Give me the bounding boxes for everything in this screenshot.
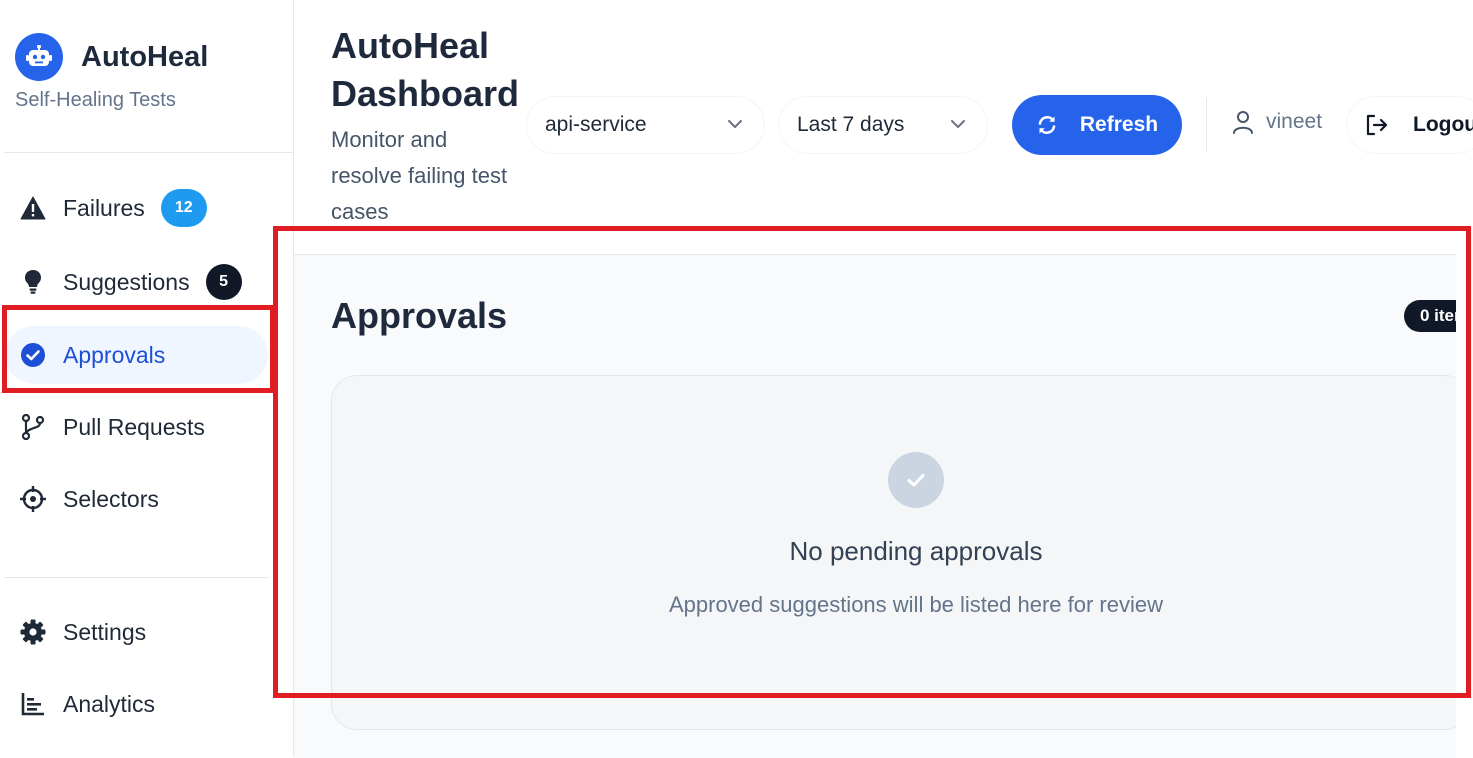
sidebar-item-label: Failures <box>63 194 145 221</box>
main-content: AutoHeal Dashboard Monitor and resolve f… <box>294 0 1473 758</box>
page-title: AutoHeal Dashboard <box>331 25 520 114</box>
header-separator <box>1206 98 1207 152</box>
gear-icon <box>19 618 47 646</box>
section-title: Approvals <box>331 295 508 336</box>
warning-icon <box>19 194 47 222</box>
check-circle-icon <box>888 452 944 508</box>
chevron-down-icon <box>949 115 967 139</box>
sidebar-item-label: Approvals <box>63 341 166 368</box>
sidebar-item-approvals[interactable]: Approvals <box>5 326 268 384</box>
robot-icon <box>15 33 63 81</box>
failures-count-badge: 12 <box>160 189 207 227</box>
page-subtitle: Monitor and resolve failing test cases <box>331 127 508 224</box>
lightbulb-icon <box>19 268 47 296</box>
logout-button-label: Logout <box>1413 113 1473 136</box>
chevron-down-icon <box>726 115 744 139</box>
user-icon <box>1232 110 1254 134</box>
sidebar-item-label: Pull Requests <box>63 413 205 440</box>
brand-title: AutoHeal <box>81 40 209 73</box>
service-select[interactable]: api-service <box>526 96 765 154</box>
crosshair-icon <box>19 485 47 513</box>
sidebar-item-suggestions[interactable]: Suggestions 5 <box>5 253 268 311</box>
scroll-gutter <box>1456 254 1473 757</box>
sidebar-item-settings[interactable]: Settings <box>5 603 268 661</box>
empty-state-card: No pending approvals Approved suggestion… <box>331 375 1471 730</box>
sidebar-item-label: Selectors <box>63 485 159 512</box>
date-range-select-value: Last 7 days <box>797 113 905 136</box>
refresh-icon <box>1036 114 1058 136</box>
git-branch-icon <box>19 413 47 441</box>
suggestions-count-badge: 5 <box>205 264 242 300</box>
user-name: vineet <box>1266 110 1323 133</box>
logout-button[interactable]: Logout <box>1346 96 1473 154</box>
sidebar-item-pull-requests[interactable]: Pull Requests <box>5 398 268 456</box>
sidebar-item-label: Analytics <box>63 690 156 717</box>
sidebar-item-selectors[interactable]: Selectors <box>5 470 268 528</box>
sidebar-item-failures[interactable]: Failures 12 <box>5 179 268 237</box>
bar-chart-icon <box>19 690 47 718</box>
sidebar: AutoHeal Self-Healing Tests Failures 12 … <box>0 0 294 757</box>
brand[interactable]: AutoHeal <box>15 33 208 81</box>
refresh-button-label: Refresh <box>1079 113 1159 136</box>
sidebar-divider <box>4 152 293 153</box>
sidebar-divider <box>4 577 269 578</box>
approvals-section: Approvals 0 items No pending approvals A… <box>294 254 1473 758</box>
empty-state-description: Approved suggestions will be listed here… <box>668 592 1164 617</box>
check-circle-icon <box>19 341 47 369</box>
sidebar-item-label: Suggestions <box>63 268 190 295</box>
logout-icon <box>1365 114 1389 136</box>
sidebar-item-analytics[interactable]: Analytics <box>5 675 268 733</box>
brand-subtitle: Self-Healing Tests <box>15 89 176 111</box>
empty-state-title: No pending approvals <box>789 536 1043 566</box>
date-range-select[interactable]: Last 7 days <box>778 96 988 154</box>
service-select-value: api-service <box>545 113 647 136</box>
user-menu[interactable]: vineet <box>1232 110 1322 134</box>
refresh-button[interactable]: Refresh <box>1012 95 1182 155</box>
sidebar-item-label: Settings <box>63 618 147 645</box>
